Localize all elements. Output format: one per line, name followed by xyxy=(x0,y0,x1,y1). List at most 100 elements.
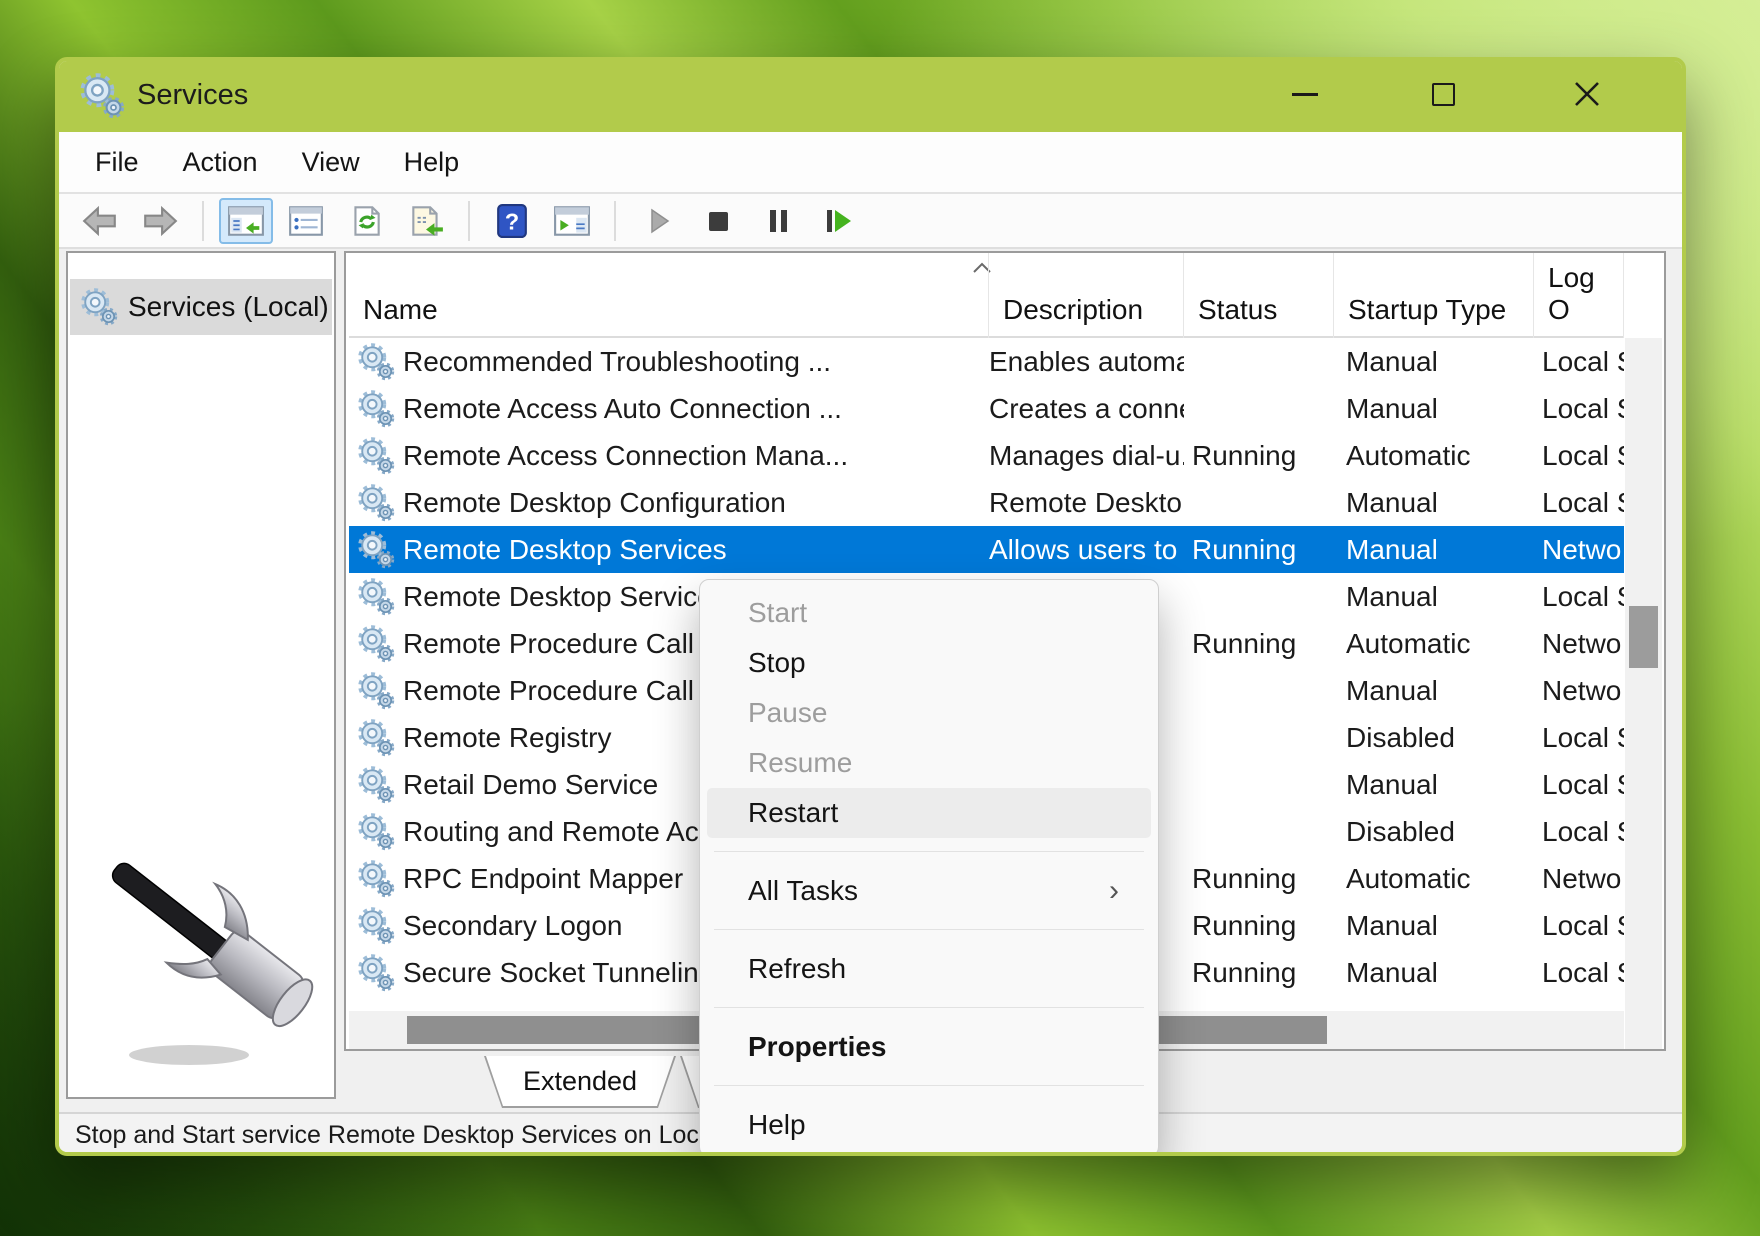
service-gear-icon xyxy=(357,531,395,569)
service-name-cell: Remote Desktop Configuration xyxy=(349,479,989,526)
context-menu-item-start: Start xyxy=(707,588,1151,638)
column-header-description[interactable]: Description xyxy=(989,253,1184,338)
service-status-cell: Running xyxy=(1184,902,1334,949)
context-menu-item-all-tasks[interactable]: All Tasks› xyxy=(707,866,1151,916)
context-menu-item-refresh[interactable]: Refresh xyxy=(707,944,1151,994)
context-menu-item-resume: Resume xyxy=(707,738,1151,788)
refresh-button[interactable] xyxy=(339,198,393,244)
column-header-startup[interactable]: Startup Type xyxy=(1334,253,1534,338)
service-startup-type-cell: Disabled xyxy=(1334,714,1534,761)
menu-separator xyxy=(700,916,1158,944)
context-menu-item-restart[interactable]: Restart xyxy=(707,788,1151,838)
show-console-tree-button[interactable] xyxy=(219,198,273,244)
service-startup-type-cell: Manual xyxy=(1334,526,1534,573)
close-button[interactable] xyxy=(1540,61,1634,127)
toolbar-separator xyxy=(468,201,470,241)
menu-help[interactable]: Help xyxy=(382,147,482,178)
service-gear-icon xyxy=(357,719,395,757)
service-startup-type-cell: Manual xyxy=(1334,902,1534,949)
start-service-button[interactable] xyxy=(631,198,685,244)
service-row-2[interactable]: Remote Access Connection Mana...Manages … xyxy=(349,432,1624,479)
export-list-icon xyxy=(407,205,445,237)
back-button[interactable] xyxy=(73,198,127,244)
tab-extended[interactable]: Extended xyxy=(484,1056,676,1108)
service-gear-icon xyxy=(357,766,395,804)
refresh-icon xyxy=(347,205,385,237)
service-name-cell: Remote Access Connection Mana... xyxy=(349,432,989,479)
menu-separator xyxy=(700,1072,1158,1100)
menu-action[interactable]: Action xyxy=(161,147,280,178)
toolbar-separator xyxy=(202,201,204,241)
menu-file[interactable]: File xyxy=(73,147,161,178)
service-name-cell: Remote Access Auto Connection ... xyxy=(349,385,989,432)
help-button[interactable]: ? xyxy=(485,198,539,244)
service-name-cell: Recommended Troubleshooting ... xyxy=(349,338,989,385)
show-action-pane-icon xyxy=(553,205,591,237)
svg-text:?: ? xyxy=(505,208,519,234)
show-action-pane-button[interactable] xyxy=(545,198,599,244)
start-service-icon xyxy=(643,206,673,236)
service-status-cell: Running xyxy=(1184,855,1334,902)
service-startup-type-cell: Automatic xyxy=(1334,432,1534,479)
service-gear-icon xyxy=(357,954,395,992)
column-header-name[interactable]: Name xyxy=(349,253,989,338)
service-description-cell: Creates a conne... xyxy=(989,385,1184,432)
service-description-cell: Remote Deskto... xyxy=(989,479,1184,526)
list-header: NameDescriptionStatusStartup TypeLog O xyxy=(349,253,1624,338)
service-row-3[interactable]: Remote Desktop Configuration Remote Deskt… xyxy=(349,479,1624,526)
context-menu-item-help[interactable]: Help xyxy=(707,1100,1151,1150)
toolbar-separator xyxy=(614,201,616,241)
service-row-1[interactable]: Remote Access Auto Connection ...Creates… xyxy=(349,385,1624,432)
context-menu-item-properties[interactable]: Properties xyxy=(707,1022,1151,1072)
service-gear-icon xyxy=(357,437,395,475)
vertical-scrollbar[interactable] xyxy=(1625,338,1662,1049)
service-name-text: Remote Registry xyxy=(403,722,612,754)
service-description-cell: Allows users to ... xyxy=(989,526,1184,573)
service-startup-type-cell: Manual xyxy=(1334,385,1534,432)
service-startup-type-cell: Manual xyxy=(1334,338,1534,385)
close-icon xyxy=(1573,80,1601,108)
maximize-icon xyxy=(1432,83,1455,106)
export-list-button[interactable] xyxy=(399,198,453,244)
column-header-status[interactable]: Status xyxy=(1184,253,1334,338)
properties-button[interactable] xyxy=(279,198,333,244)
service-name-text: Recommended Troubleshooting ... xyxy=(403,346,831,378)
restart-service-button[interactable] xyxy=(811,198,865,244)
service-row-0[interactable]: Recommended Troubleshooting ...Enables a… xyxy=(349,338,1624,385)
pause-service-button[interactable] xyxy=(751,198,805,244)
stop-service-button[interactable] xyxy=(691,198,745,244)
maximize-button[interactable] xyxy=(1396,61,1490,127)
service-name-text: Retail Demo Service xyxy=(403,769,658,801)
context-menu-item-stop[interactable]: Stop xyxy=(707,638,1151,688)
service-startup-type-cell: Automatic xyxy=(1334,620,1534,667)
service-logon-cell: Netwo xyxy=(1534,667,1624,714)
service-logon-cell: Local S xyxy=(1534,432,1624,479)
service-name-cell: Remote Desktop Services xyxy=(349,526,989,573)
service-status-cell xyxy=(1184,714,1334,761)
service-logon-cell: Local S xyxy=(1534,761,1624,808)
vertical-scrollbar-thumb[interactable] xyxy=(1629,606,1658,668)
services-gear-icon xyxy=(79,73,125,119)
service-logon-cell: Local S xyxy=(1534,338,1624,385)
forward-button[interactable] xyxy=(133,198,187,244)
services-gear-icon xyxy=(80,286,118,328)
tab-label: Extended xyxy=(486,1056,674,1106)
status-bar-text: Stop and Start service Remote Desktop Se… xyxy=(75,1121,713,1150)
service-logon-cell: Local S xyxy=(1534,385,1624,432)
service-logon-cell: Local S xyxy=(1534,714,1624,761)
tree-item-services-local[interactable]: Services (Local) xyxy=(70,279,332,335)
service-gear-icon xyxy=(357,625,395,663)
service-name-text: Remote Desktop Configuration xyxy=(403,487,786,519)
services-window: Services FileActionViewHelp xyxy=(55,57,1686,1156)
menu-view[interactable]: View xyxy=(280,147,382,178)
column-header-logon[interactable]: Log O xyxy=(1534,253,1624,338)
service-status-cell xyxy=(1184,761,1334,808)
service-startup-type-cell: Manual xyxy=(1334,479,1534,526)
service-startup-type-cell: Disabled xyxy=(1334,808,1534,855)
service-status-cell: Running xyxy=(1184,949,1334,996)
service-row-selected[interactable]: Remote Desktop ServicesAllows users to .… xyxy=(349,526,1624,573)
service-status-cell xyxy=(1184,479,1334,526)
tree-item-label: Services (Local) xyxy=(128,291,329,323)
minimize-button[interactable] xyxy=(1258,61,1352,127)
forward-arrow-icon xyxy=(141,205,179,237)
